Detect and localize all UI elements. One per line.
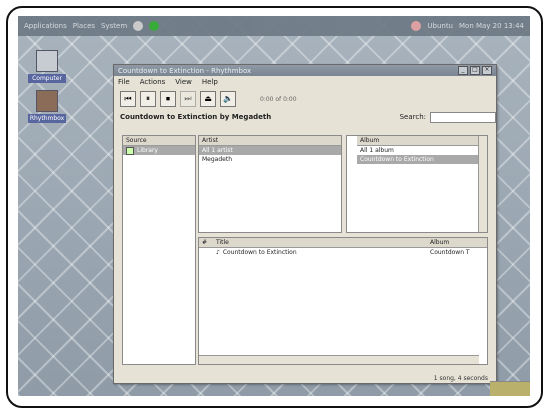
track-title: ♪ Countdown to Extinction — [216, 249, 430, 256]
previous-button[interactable]: ⏮ — [120, 91, 136, 107]
now-playing-bar: Countdown to Extinction by Megadeth Sear… — [114, 110, 496, 124]
source-header[interactable]: Source — [123, 136, 195, 146]
album-item[interactable]: All 1 album — [357, 146, 487, 155]
maximize-button[interactable]: □ — [470, 66, 480, 75]
window-title: Countdown to Extinction - Rhythmbox — [118, 66, 252, 75]
track-title-text: Countdown to Extinction — [222, 249, 297, 256]
library-icon — [126, 146, 134, 155]
stop-button[interactable]: ⏹ — [160, 91, 176, 107]
track-hscrollbar[interactable] — [199, 355, 479, 364]
rhythmbox-window: Countdown to Extinction - Rhythmbox _ □ … — [113, 64, 497, 384]
top-panel: Applications Places System Ubuntu Mon Ma… — [18, 16, 530, 36]
track-col-title[interactable]: Title — [216, 239, 430, 246]
panel-places-menu[interactable]: Places — [73, 22, 95, 30]
source-label: Library — [137, 147, 158, 154]
panel-system-menu[interactable]: System — [101, 22, 127, 30]
menu-file[interactable]: File — [118, 78, 130, 86]
search-label: Search: — [399, 113, 426, 121]
search-input[interactable] — [430, 111, 496, 123]
window-titlebar[interactable]: Countdown to Extinction - Rhythmbox _ □ … — [114, 65, 496, 76]
album-header[interactable]: Album — [357, 136, 487, 146]
screenshot-frame: Applications Places System Ubuntu Mon Ma… — [6, 6, 543, 408]
desktop-icon-rhythmbox[interactable]: Rhythmbox — [28, 90, 66, 123]
next-button[interactable]: ⏭ — [180, 91, 196, 107]
track-header: # Title Album — [199, 238, 487, 248]
volume-button[interactable]: 🔈 — [220, 91, 236, 107]
time-counter: 0:00 of 0:00 — [260, 95, 297, 103]
minimize-button[interactable]: _ — [458, 66, 468, 75]
track-col-album[interactable]: Album — [430, 239, 449, 246]
search-area: Search: — [399, 111, 496, 123]
artist-header[interactable]: Artist — [199, 136, 341, 146]
rhythmbox-icon — [36, 90, 58, 112]
browser-icon[interactable] — [133, 21, 144, 31]
track-col-number[interactable]: # — [202, 239, 216, 246]
pause-button[interactable]: ⏸ — [140, 91, 156, 107]
source-library[interactable]: Library — [123, 146, 195, 155]
desktop: Applications Places System Ubuntu Mon Ma… — [18, 16, 530, 396]
desktop-icon-computer[interactable]: Computer — [28, 50, 66, 83]
status-icon[interactable] — [149, 21, 160, 31]
track-list: # Title Album ♪ Countdown to Extinction C… — [198, 237, 488, 365]
menu-actions[interactable]: Actions — [140, 78, 166, 86]
panel-applications-menu[interactable]: Applications — [24, 22, 67, 30]
album-pane: Album All 1 album Countdown to Extinctio… — [346, 135, 488, 233]
status-bar: 1 song, 4 seconds — [433, 374, 488, 382]
track-album: Countdown T — [430, 249, 470, 256]
panel-clock[interactable]: Mon May 20 13:44 — [459, 22, 524, 30]
artist-pane: Artist All 1 artist Megadeth — [198, 135, 342, 233]
desktop-icon-label: Computer — [28, 74, 66, 83]
menu-view[interactable]: View — [175, 78, 192, 86]
menubar: File Actions View Help — [114, 76, 496, 88]
desktop-icon-label: Rhythmbox — [28, 114, 66, 123]
notification-icon[interactable] — [411, 21, 422, 31]
playing-icon: ♪ — [216, 249, 220, 256]
eject-button[interactable]: ⏏ — [200, 91, 216, 107]
artist-item[interactable]: Megadeth — [199, 155, 341, 164]
bottom-tray — [490, 381, 530, 396]
close-button[interactable]: × — [482, 66, 492, 75]
menu-help[interactable]: Help — [202, 78, 218, 86]
artist-item[interactable]: All 1 artist — [199, 146, 341, 155]
album-scrollbar[interactable] — [478, 136, 487, 232]
computer-icon — [36, 50, 58, 72]
track-row[interactable]: ♪ Countdown to Extinction Countdown T — [199, 248, 487, 257]
toolbar: ⏮ ⏸ ⏹ ⏭ ⏏ 🔈 0:00 of 0:00 — [114, 88, 496, 110]
source-pane: Source Library — [122, 135, 196, 365]
panel-user[interactable]: Ubuntu — [427, 22, 453, 30]
album-item[interactable]: Countdown to Extinction — [357, 155, 487, 164]
now-playing-text: Countdown to Extinction by Megadeth — [120, 113, 272, 121]
